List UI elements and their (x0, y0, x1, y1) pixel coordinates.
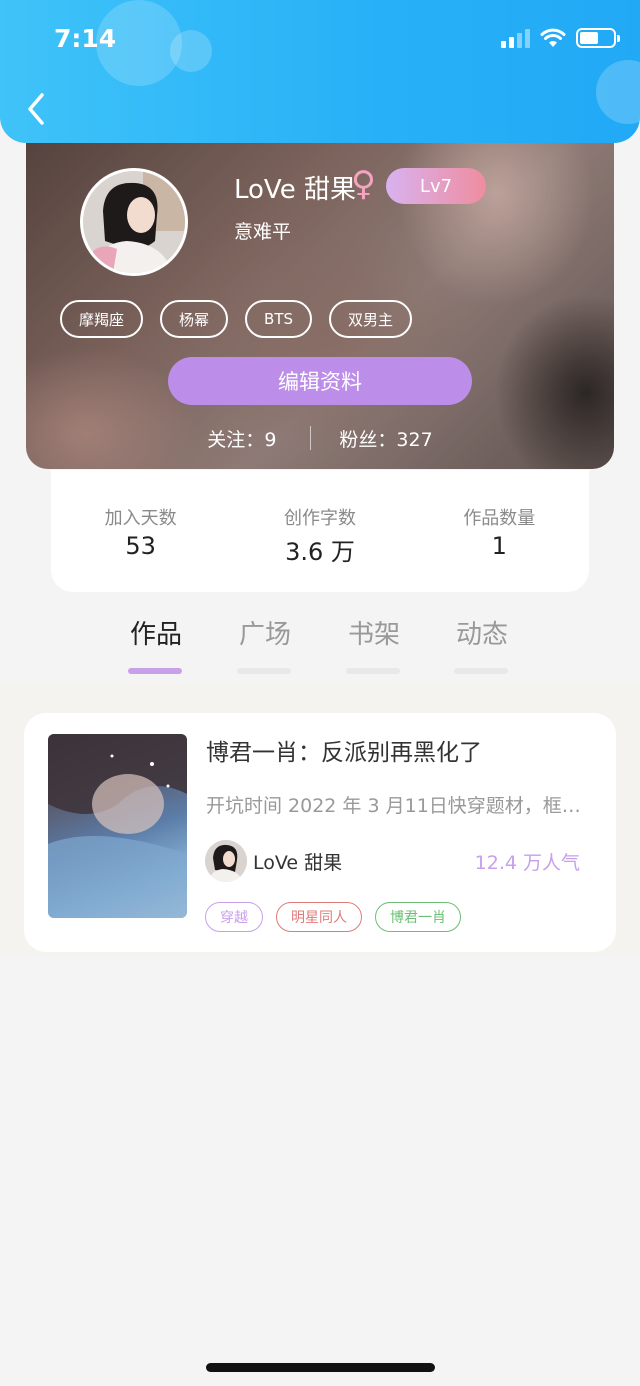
tab-indicator (128, 668, 182, 674)
following-link[interactable]: 关注：9 (207, 425, 276, 452)
tab-label: 书架 (347, 620, 400, 650)
divider (310, 426, 312, 450)
profile-card: LoVe 甜果 ♀ Lv7 意难平 摩羯座 杨幂 BTS 双男主 编辑资料 关注… (26, 133, 614, 469)
tab-bookshelf[interactable]: 书架 (334, 614, 414, 674)
stat-join-days: 加入天数 53 (51, 470, 230, 592)
following-count: 9 (264, 428, 277, 451)
stat-label: 创作字数 (283, 508, 356, 529)
work-description: 开坑时间 2022 年 3 月11日快穿题材，框… (206, 795, 581, 817)
stats-card: 加入天数 53 创作字数 3.6 万 作品数量 1 (51, 470, 589, 592)
author-name: LoVe 甜果 (253, 852, 343, 874)
status-icons (501, 28, 620, 48)
profile-tag[interactable]: 杨幂 (160, 300, 229, 338)
profile-tag[interactable]: 双男主 (329, 300, 413, 338)
tab-label: 作品 (129, 620, 182, 650)
following-label: 关注： (207, 428, 265, 451)
tab-label: 动态 (455, 620, 508, 650)
tab-indicator (346, 668, 400, 674)
home-indicator[interactable] (206, 1363, 435, 1372)
top-header: 7:14 (0, 0, 640, 143)
wifi-icon (540, 28, 566, 47)
avatar[interactable] (80, 168, 188, 276)
cellular-signal-icon (501, 28, 530, 48)
signature: 意难平 (234, 221, 292, 243)
follow-stats: 关注：9 粉丝：327 (26, 423, 614, 453)
tab-label: 广场 (238, 620, 291, 650)
stat-word-count: 创作字数 3.6 万 (230, 470, 409, 592)
edit-profile-button[interactable]: 编辑资料 (168, 357, 472, 405)
tab-activity[interactable]: 动态 (442, 614, 522, 674)
profile-tabs: 作品 广场 书架 动态 (0, 604, 640, 684)
status-time: 7:14 (54, 24, 117, 53)
fans-link[interactable]: 粉丝：327 (339, 425, 432, 452)
popularity-count: 12.4 万人气 (474, 852, 580, 874)
work-card[interactable]: 博君一肖：反派别再黑化了 开坑时间 2022 年 3 月11日快穿题材，框… L… (24, 713, 616, 952)
work-tag[interactable]: 明星同人 (276, 902, 362, 932)
decor-bubble (596, 60, 640, 124)
stat-value: 1 (491, 532, 507, 560)
tab-indicator (237, 668, 291, 674)
fans-label: 粉丝： (339, 428, 397, 451)
stat-label: 作品数量 (463, 508, 536, 529)
stat-label: 加入天数 (104, 508, 177, 529)
decor-bubble (170, 30, 212, 72)
author-avatar[interactable] (205, 840, 247, 882)
profile-tag[interactable]: 摩羯座 (60, 300, 144, 338)
stat-value: 53 (125, 532, 156, 560)
profile-tags: 摩羯座 杨幂 BTS 双男主 (60, 300, 413, 338)
tab-works[interactable]: 作品 (116, 614, 196, 674)
stat-works-count: 作品数量 1 (410, 470, 589, 592)
tab-indicator (454, 668, 508, 674)
back-icon[interactable] (22, 90, 52, 128)
stat-value: 3.6 万 (285, 538, 355, 566)
work-tag[interactable]: 博君一肖 (375, 902, 461, 932)
profile-tag[interactable]: BTS (245, 300, 313, 338)
fans-count: 327 (396, 428, 433, 451)
tab-square[interactable]: 广场 (225, 614, 305, 674)
username: LoVe 甜果 (234, 175, 356, 205)
work-tags: 穿越 明星同人 博君一肖 (205, 902, 461, 932)
book-cover[interactable] (48, 734, 187, 918)
battery-icon (576, 28, 620, 48)
female-icon: ♀ (351, 164, 376, 204)
work-tag[interactable]: 穿越 (205, 902, 263, 932)
work-title[interactable]: 博君一肖：反派别再黑化了 (206, 733, 482, 767)
level-badge: Lv7 (386, 168, 486, 204)
